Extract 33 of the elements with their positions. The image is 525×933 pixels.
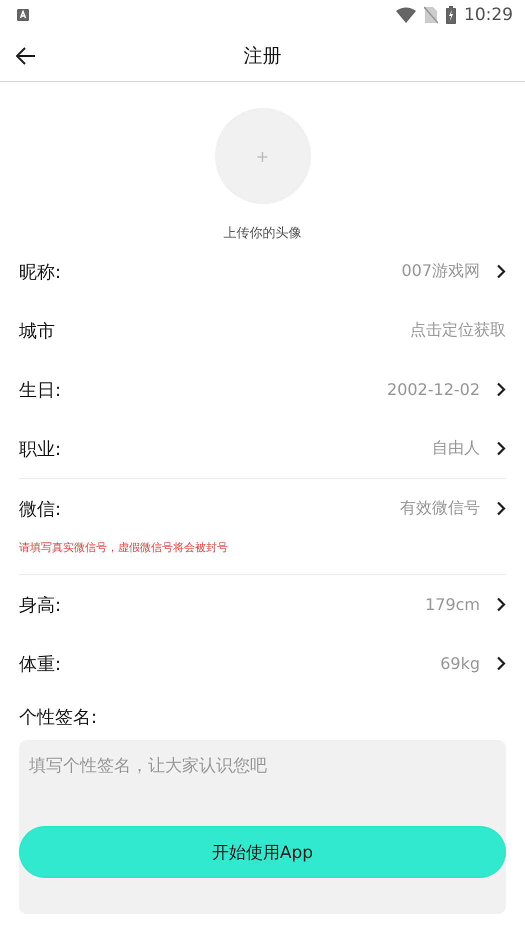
avatar-caption: 上传你的头像 xyxy=(224,225,302,242)
wifi-icon xyxy=(396,7,416,23)
app-notification-icon xyxy=(16,8,30,22)
signature-label: 个性签名: xyxy=(18,706,98,730)
row-value: 179cm xyxy=(425,595,480,614)
no-sim-icon xyxy=(424,6,438,24)
battery-charging-icon xyxy=(446,6,456,24)
row-label: 职业: xyxy=(19,438,62,460)
row-value: 69kg xyxy=(440,654,480,673)
row-value: 自由人 xyxy=(432,438,480,459)
signature-field[interactable]: 填写个性签名，让大家认识您吧 开始使用App xyxy=(19,740,506,914)
back-arrow-icon[interactable] xyxy=(16,47,36,65)
row-label: 昵称: xyxy=(19,260,62,284)
form-row[interactable]: 体重: 69kg xyxy=(19,634,506,693)
row-label: 体重: xyxy=(19,652,62,676)
start-button[interactable]: 开始使用App xyxy=(19,826,506,878)
form-row[interactable]: 身高: 179cm xyxy=(19,575,506,634)
row-value: 007游戏网 xyxy=(401,261,480,282)
row-value: 点击定位获取 xyxy=(410,320,506,341)
form-row[interactable]: 城市 点击定位获取 xyxy=(19,301,506,360)
form-row[interactable]: 昵称: 007游戏网 xyxy=(19,242,506,301)
row-label: 微信: xyxy=(19,498,62,520)
clock-time: 10:29 xyxy=(464,5,513,25)
row-label: 身高: xyxy=(19,594,62,616)
form-row[interactable]: 生日: 2002-12-02 xyxy=(19,360,506,419)
row-value: 2002-12-02 xyxy=(387,380,480,399)
warning-note: 请填写真实微信号，虚假微信号将会被封号 xyxy=(19,540,229,556)
form-row[interactable]: 微信: 有效微信号 xyxy=(19,479,506,538)
form-row[interactable]: 职业: 自由人 xyxy=(19,419,506,478)
row-label: 城市 xyxy=(19,320,56,342)
page-title: 注册 xyxy=(244,44,282,68)
row-value: 有效微信号 xyxy=(400,498,480,519)
row-label: 生日: xyxy=(19,378,62,402)
